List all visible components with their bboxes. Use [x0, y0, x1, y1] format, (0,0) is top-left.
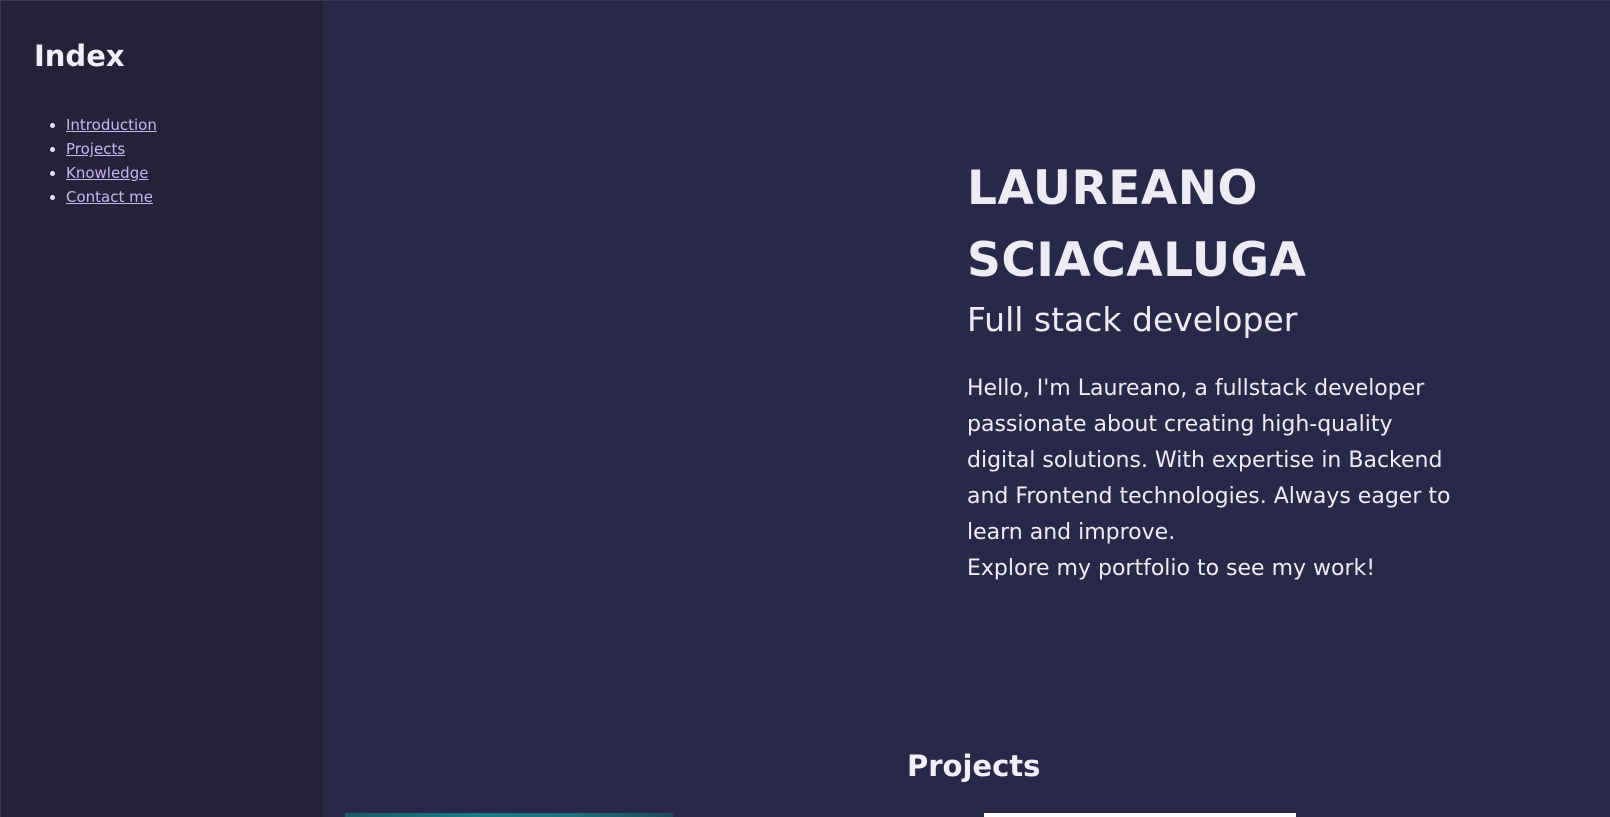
sidebar-link-contact[interactable]: Contact me: [66, 188, 153, 206]
main-content: LAUREANO SCIACALUGA Full stack developer…: [323, 0, 1610, 817]
sidebar-nav-list: Introduction Projects Knowledge Contact …: [34, 113, 157, 209]
hero-name-last: SCIACALUGA: [967, 233, 1307, 288]
hero-name-first: LAUREANO: [967, 161, 1259, 216]
intro-section: LAUREANO SCIACALUGA Full stack developer…: [967, 153, 1467, 587]
sidebar-item-projects: Projects: [66, 137, 157, 161]
hero-name: LAUREANO SCIACALUGA: [967, 153, 1467, 297]
projects-heading: Projects: [907, 749, 1041, 783]
hero-bio: Hello, I'm Laureano, a fullstack develop…: [967, 371, 1457, 587]
project-thumbnail[interactable]: [984, 813, 1296, 817]
hero-subtitle: Full stack developer: [967, 300, 1298, 339]
sidebar-item-introduction: Introduction: [66, 113, 157, 137]
sidebar-link-projects[interactable]: Projects: [66, 140, 125, 158]
hero-bio-text: Hello, I'm Laureano, a fullstack develop…: [967, 376, 1451, 545]
page: Index Introduction Projects Knowledge Co…: [0, 0, 1610, 817]
hero-cta-text: Explore my portfolio to see my work!: [967, 556, 1376, 581]
sidebar-title: Index: [34, 39, 125, 73]
sidebar-item-contact: Contact me: [66, 185, 157, 209]
project-thumbnail[interactable]: [345, 813, 673, 817]
sidebar-link-introduction[interactable]: Introduction: [66, 116, 157, 134]
sidebar: Index Introduction Projects Knowledge Co…: [0, 0, 323, 817]
sidebar-link-knowledge[interactable]: Knowledge: [66, 164, 148, 182]
sidebar-item-knowledge: Knowledge: [66, 161, 157, 185]
